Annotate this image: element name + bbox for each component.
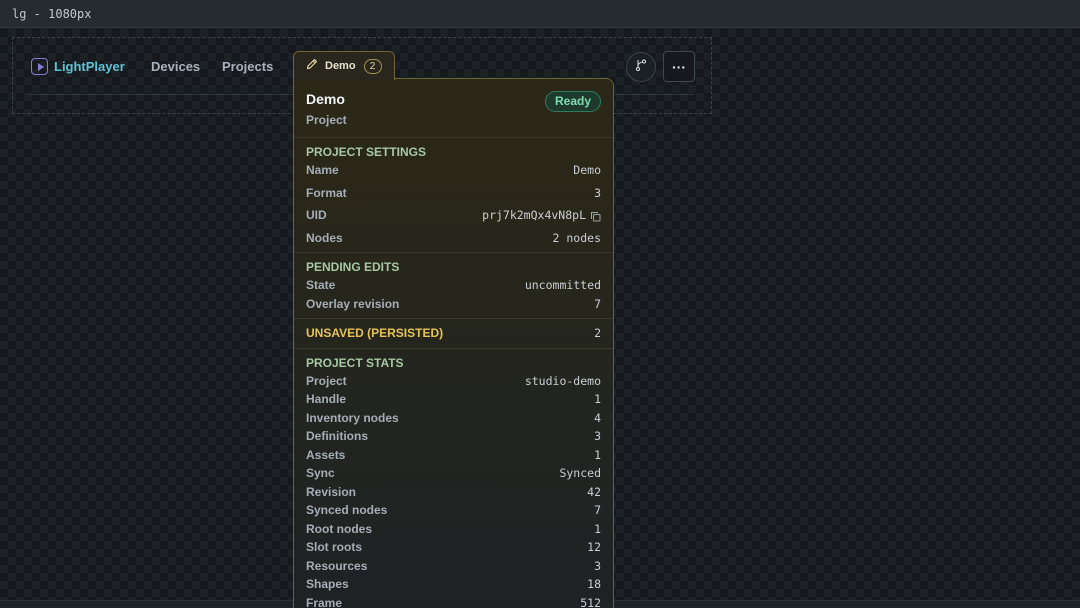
row-key: Assets [306,448,346,462]
row-key: Handle [306,392,347,406]
row-value: 3 [594,186,601,200]
row-key: Inventory nodes [306,411,399,425]
setting-row-nodes: Nodes 2 nodes [306,231,601,247]
row-value: 1 [594,448,601,462]
divider [294,252,613,253]
project-details-panel: Demo Project Ready PROJECT SETTINGS Name… [293,78,614,608]
stats-row-revision: Revision 42 [306,485,601,501]
row-key: Root nodes [306,522,372,536]
unsaved-label: UNSAVED (PERSISTED) [306,326,444,340]
row-value: 7 [594,297,601,311]
stats-row-shapes: Shapes 18 [306,577,601,593]
row-key: Nodes [306,231,343,245]
row-value: prj7k2mQx4vN8pL [482,208,586,222]
status-badge: Ready [545,91,601,112]
nav-devices[interactable]: Devices [151,59,200,74]
stats-row-sync: Sync Synced [306,466,601,482]
pencil-icon [306,57,318,75]
row-key: Revision [306,485,357,499]
stats-row-inventory-nodes: Inventory nodes 4 [306,411,601,427]
stats-row-assets: Assets 1 [306,448,601,464]
row-key: Overlay revision [306,297,400,311]
row-key: Sync [306,466,335,480]
stats-row-synced-nodes: Synced nodes 7 [306,503,601,519]
row-key: Project [306,374,347,388]
divider [294,137,613,138]
row-key: Format [306,186,347,200]
brand-logo[interactable]: LightPlayer [31,58,125,75]
tab-demo-badge: 2 [363,58,382,74]
tab-demo[interactable]: Demo 2 [293,51,395,80]
row-value: 3 [594,429,601,443]
unsaved-row: UNSAVED (PERSISTED) 2 [306,326,601,342]
divider [294,348,613,349]
git-branch-icon [634,58,648,77]
row-key: Resources [306,559,368,573]
copy-icon[interactable] [590,209,601,227]
row-value: 7 [594,503,601,517]
stats-row-frame: Frame 512 [306,596,601,608]
section-project-stats: PROJECT STATS [306,356,404,370]
row-value: studio-demo [524,374,601,388]
more-dots-icon: ··· [672,58,686,75]
stats-row-handle: Handle 1 [306,392,601,408]
stats-row-slot-roots: Slot roots 12 [306,540,601,556]
divider [294,318,613,319]
row-value: 512 [580,596,601,608]
row-key: Definitions [306,429,368,443]
section-project-settings: PROJECT SETTINGS [306,145,427,159]
stats-row-resources: Resources 3 [306,559,601,575]
unsaved-count: 2 [594,326,601,340]
row-value: 4 [594,411,601,425]
row-value: 2 nodes [552,231,601,245]
setting-row-name: Name Demo [306,163,601,179]
row-key: State [306,278,336,292]
play-square-icon [31,58,48,75]
more-menu-button[interactable]: ··· [663,51,695,82]
stats-row-project: Project studio-demo [306,374,601,390]
row-key: Frame [306,596,343,608]
row-value: uncommitted [524,278,601,292]
row-value: 1 [594,522,601,536]
row-key: Synced nodes [306,503,388,517]
row-key: Shapes [306,577,349,591]
tab-demo-label: Demo [325,60,356,72]
setting-row-uid: UID prj7k2mQx4vN8pL [306,208,601,224]
nav-projects[interactable]: Projects [222,59,273,74]
panel-header: Demo Project Ready [306,91,601,127]
row-value: 3 [594,559,601,573]
brand-name: LightPlayer [54,59,125,74]
setting-row-format: Format 3 [306,186,601,202]
section-pending-edits: PENDING EDITS [306,260,400,274]
stats-row-root-nodes: Root nodes 1 [306,522,601,538]
row-value: 12 [587,540,601,554]
branch-button[interactable] [626,52,656,82]
row-key: Name [306,163,339,177]
row-key: Slot roots [306,540,362,554]
row-key: UID [306,208,327,222]
pending-row-overlay-revision: Overlay revision 7 [306,297,601,313]
pending-row-state: State uncommitted [306,278,601,294]
row-value: Synced [559,466,601,480]
row-value: 42 [587,485,601,499]
viewport-label: lg - 1080px [0,0,1080,28]
row-value: 1 [594,392,601,406]
stats-row-definitions: Definitions 3 [306,429,601,445]
panel-subtitle: Project [306,113,347,127]
row-value: Demo [573,163,601,177]
row-value: 18 [587,577,601,591]
